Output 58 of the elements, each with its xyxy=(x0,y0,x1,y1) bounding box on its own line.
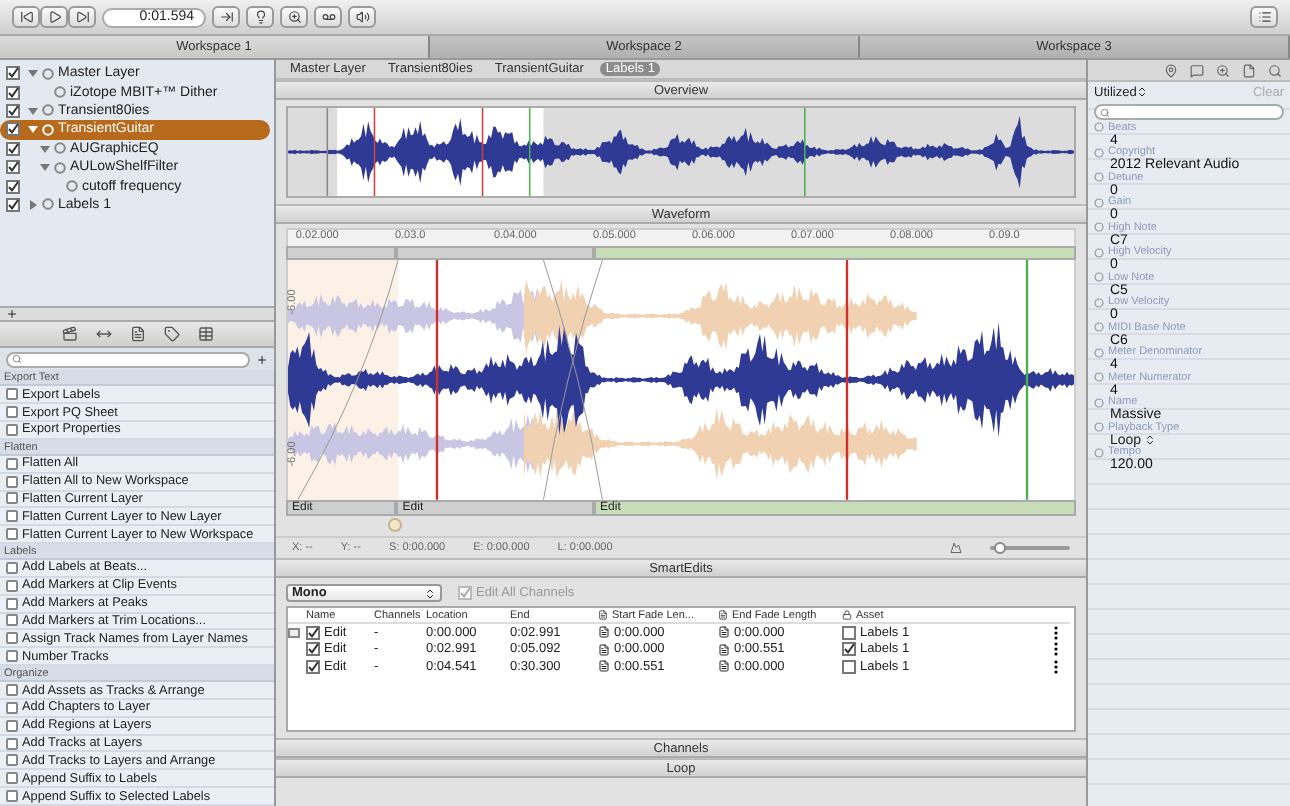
search-field[interactable] xyxy=(6,351,250,368)
checkbox[interactable] xyxy=(842,659,856,674)
handle-icon[interactable] xyxy=(288,627,300,638)
disclosure-triangle-icon[interactable] xyxy=(28,124,38,135)
clapperboard-icon[interactable] xyxy=(61,326,77,343)
checkbox[interactable] xyxy=(6,103,20,118)
disclosure-triangle-icon[interactable] xyxy=(40,162,50,173)
skip-back-button[interactable] xyxy=(12,6,40,28)
checkbox[interactable] xyxy=(6,85,20,100)
disclosure-triangle-icon[interactable] xyxy=(28,199,38,210)
search-icon xyxy=(12,354,22,365)
speaker-icon xyxy=(355,10,369,24)
disclosure-triangle-icon[interactable] xyxy=(40,143,50,154)
slider-thumb[interactable] xyxy=(993,541,1006,553)
tag-icon[interactable] xyxy=(163,326,179,343)
document-icon[interactable] xyxy=(129,326,145,343)
arrows-icon[interactable] xyxy=(95,326,111,343)
skip-forward-button[interactable] xyxy=(68,6,96,28)
fade-handle-icon[interactable] xyxy=(388,518,403,533)
disclosure-triangle-icon[interactable] xyxy=(28,105,38,116)
volume-button[interactable] xyxy=(348,6,376,28)
checkbox[interactable] xyxy=(842,625,856,640)
checkbox[interactable] xyxy=(6,66,20,81)
document-icon[interactable] xyxy=(1242,63,1256,77)
list-icon xyxy=(1257,10,1271,24)
zoom-icon[interactable] xyxy=(1216,63,1230,77)
checkbox[interactable] xyxy=(842,642,856,657)
search-icon[interactable] xyxy=(1268,63,1282,77)
zoom-in-icon xyxy=(287,10,301,24)
disclosure-triangle-icon[interactable] xyxy=(28,68,38,79)
checkbox[interactable] xyxy=(6,179,20,194)
arrow-to-line-icon xyxy=(219,10,233,24)
play-button[interactable] xyxy=(40,6,68,28)
lock-icon xyxy=(842,610,852,620)
table-icon[interactable] xyxy=(197,326,213,343)
lightbulb-button[interactable] xyxy=(246,6,274,28)
search-field[interactable] xyxy=(1094,104,1284,120)
skip-forward-icon xyxy=(75,10,89,24)
loop-button[interactable] xyxy=(314,6,342,28)
skip-back-icon xyxy=(19,10,33,24)
checkbox[interactable] xyxy=(6,141,20,156)
zoom-button[interactable] xyxy=(280,6,308,28)
list-button[interactable] xyxy=(1250,6,1278,28)
checkbox[interactable] xyxy=(306,625,320,640)
checkbox[interactable] xyxy=(306,659,320,674)
checkbox[interactable] xyxy=(6,122,20,137)
search-icon xyxy=(1100,107,1110,117)
checkbox[interactable] xyxy=(306,642,320,657)
play-icon xyxy=(47,10,61,24)
checkbox[interactable] xyxy=(458,586,472,600)
tape-icon xyxy=(321,10,335,24)
pin-icon[interactable] xyxy=(1164,63,1178,77)
mountain-icon xyxy=(950,542,962,554)
checkbox[interactable] xyxy=(6,160,20,175)
lightbulb-icon xyxy=(253,10,267,24)
checkbox[interactable] xyxy=(6,197,20,212)
comment-icon[interactable] xyxy=(1190,63,1204,77)
jump-button[interactable] xyxy=(212,6,240,28)
